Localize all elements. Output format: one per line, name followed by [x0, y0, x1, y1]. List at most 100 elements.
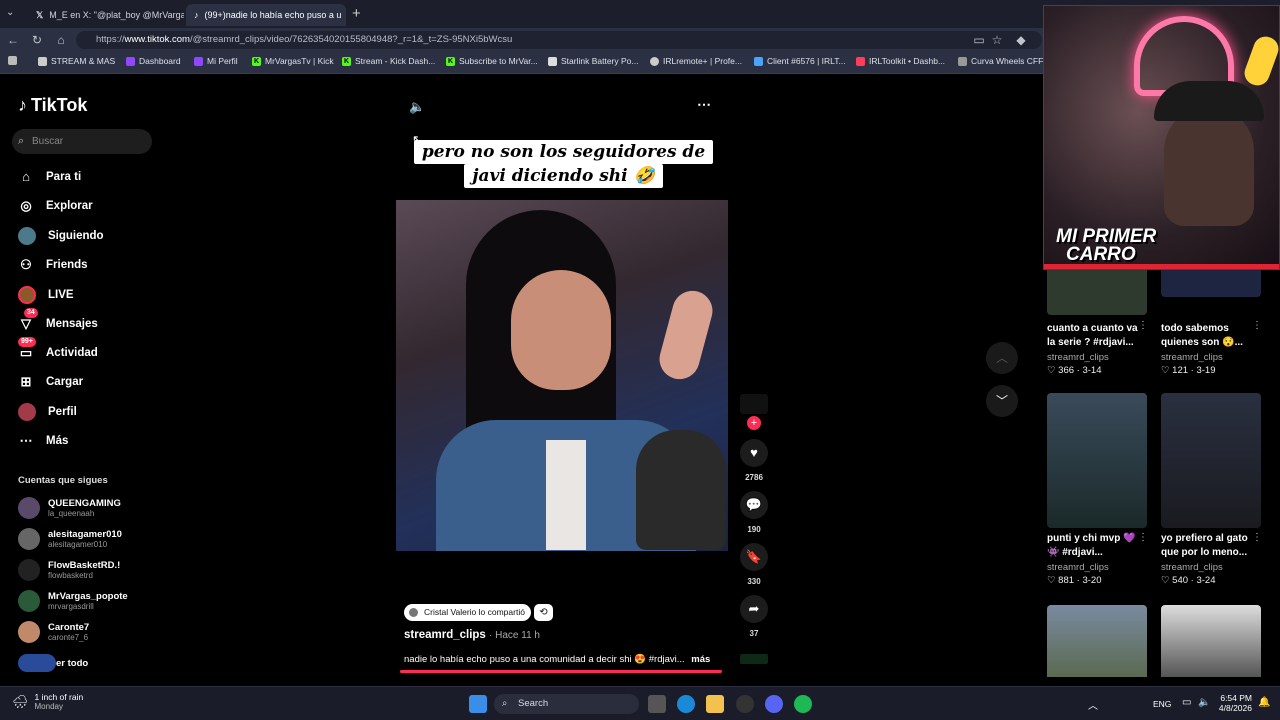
nav-label: Perfil	[48, 406, 77, 418]
tab-list-chevron-icon[interactable]: ⌄	[6, 7, 14, 18]
related-video-author: streamrd_clips	[1161, 352, 1223, 363]
streamer-figure	[1164, 106, 1254, 226]
new-tab-button[interactable]: +	[352, 5, 361, 22]
related-video-card[interactable]: punti y chi mvp 💜 👾 #rdjavi... streamrd_…	[1047, 393, 1157, 586]
repost-icon[interactable]: ⟲	[534, 604, 553, 621]
followed-account[interactable]: QUEENGAMING la_queenaah	[18, 497, 121, 519]
next-video-button[interactable]: ﹀	[986, 385, 1018, 417]
author-avatar-button[interactable]: +	[740, 394, 768, 430]
see-all-link[interactable]: er todo	[18, 654, 88, 672]
wifi-icon[interactable]: ▭	[1182, 697, 1191, 708]
windows-start-icon[interactable]	[469, 695, 487, 713]
related-video-title: cuanto a cuanto va la serie ? #rdjavi...	[1047, 323, 1138, 348]
clock[interactable]: 6:54 PM 4/8/2026	[1218, 693, 1252, 713]
more-options-icon[interactable]: ⋮	[1252, 320, 1262, 331]
more-link[interactable]: más	[691, 654, 710, 665]
shared-by-pill[interactable]: Cristal Valerio lo compartió	[404, 604, 531, 621]
home-icon[interactable]: ⌂	[54, 33, 68, 47]
split-screen-icon[interactable]: ▭	[972, 33, 986, 47]
bookmark-label: Starlink Battery Po...	[561, 56, 639, 66]
video-author[interactable]: streamrd_clips	[404, 629, 486, 641]
task-view-icon[interactable]	[648, 695, 666, 713]
more-options-icon[interactable]: ⋮	[1138, 320, 1148, 331]
taskbar-search[interactable]: ⌕ Search	[494, 694, 639, 714]
bookmark-item[interactable]: Curva Wheels CFF7	[958, 56, 1048, 66]
url-domain: www.tiktok.com	[124, 34, 190, 45]
previous-video-button[interactable]: ︿	[986, 342, 1018, 374]
bookmark-item[interactable]: Client #6576 | IRLT...	[754, 56, 846, 66]
extension-icon[interactable]: ◆	[1014, 33, 1028, 47]
sidebar-item-mensajes[interactable]: ▽ 34 Mensajes	[18, 308, 98, 332]
like-button[interactable]: ♥ 2786	[740, 439, 768, 482]
bookmark-label: MrVargasTv | Kick	[265, 56, 334, 66]
favorite-star-icon[interactable]: ☆	[990, 33, 1004, 47]
bookmark-item[interactable]: IRLremote+ | Profe...	[650, 56, 742, 66]
video-player[interactable]	[396, 200, 728, 551]
weather-widget[interactable]: 🌧 1 inch of rain Monday	[12, 692, 83, 711]
refresh-icon[interactable]: ↻	[30, 33, 44, 47]
video-caption-overlay: pero no son los seguidores de javi dicie…	[0, 140, 1030, 188]
followed-account[interactable]: alesitagamer010 alesitagamer010	[18, 528, 122, 550]
bookmark-item[interactable]: K MrVargasTv | Kick	[252, 56, 334, 66]
more-options-icon[interactable]: ⋯	[697, 96, 711, 113]
bookmark-item[interactable]: K Subscribe to MrVar...	[446, 56, 538, 66]
related-video-card[interactable]: yo prefiero al gato que por lo meno... s…	[1161, 393, 1271, 586]
sidebar-item-explorar[interactable]: ◎ Explorar	[18, 198, 92, 214]
back-icon[interactable]: ←	[6, 33, 20, 47]
volume-icon[interactable]: 🔈	[1198, 697, 1210, 708]
bookmark-item[interactable]: STREAM & MAS	[38, 56, 115, 66]
sidebar-item-mas[interactable]: ⋯ Más	[18, 433, 69, 449]
avatar	[18, 621, 40, 643]
sidebar-item-live[interactable]: LIVE	[18, 286, 74, 304]
related-video-thumbnail[interactable]	[1047, 605, 1147, 677]
video-description: nadie lo había echo puso a una comunidad…	[404, 654, 710, 665]
notification-bell-icon[interactable]: 🔔	[1258, 697, 1270, 708]
sidebar-item-siguiendo[interactable]: Siguiendo	[18, 227, 104, 245]
related-date: 3-19	[1196, 365, 1216, 376]
tiktok-logo[interactable]: ♪ TikTok	[18, 95, 87, 116]
related-video-author: streamrd_clips	[1047, 562, 1109, 573]
more-options-icon[interactable]: ⋮	[1252, 532, 1262, 543]
followed-account[interactable]: Caronte7 caronte7_6	[18, 621, 89, 643]
spotify-icon[interactable]	[794, 695, 812, 713]
url-field[interactable]: https://www.tiktok.com/@streamrd_clips/v…	[76, 31, 1042, 49]
related-video-meta: ♡ 881 · 3-20	[1047, 575, 1102, 586]
bookmark-item[interactable]: Mi Perfil	[194, 56, 238, 66]
shared-by-text: Cristal Valerio lo compartió	[424, 607, 525, 617]
bookmark-item[interactable]: Starlink Battery Po...	[548, 56, 638, 66]
bookmark-item[interactable]: IRLToolkit • Dashb...	[856, 56, 945, 66]
bookmarks-menu-icon[interactable]	[8, 56, 17, 65]
video-progress-bar[interactable]	[400, 670, 722, 673]
file-explorer-icon[interactable]	[706, 695, 724, 713]
streamer-cap	[1154, 81, 1264, 121]
tray-overflow-icon[interactable]: ︿	[1088, 697, 1098, 712]
related-thumb-partial[interactable]	[1047, 267, 1147, 315]
sidebar-item-friends[interactable]: ⚇ Friends	[18, 257, 87, 273]
next-author-avatar[interactable]	[740, 654, 768, 664]
volume-icon[interactable]: 🔈	[409, 99, 425, 115]
followed-account[interactable]: MrVargas_popote mrvargasdrill	[18, 590, 128, 612]
edge-browser-icon[interactable]	[677, 695, 695, 713]
sidebar-item-perfil[interactable]: Perfil	[18, 403, 77, 421]
bookmark-item[interactable]: Dashboard	[126, 56, 181, 66]
related-thumb-partial[interactable]	[1161, 267, 1261, 297]
save-button[interactable]: 🔖 330	[740, 543, 768, 586]
related-video-thumbnail[interactable]	[1161, 605, 1261, 677]
tab-x[interactable]: 𝕏 M_E en X: "@plat_boy @MrVargas ×	[28, 4, 184, 26]
more-options-icon[interactable]: ⋮	[1138, 532, 1148, 543]
language-indicator[interactable]: ENG	[1153, 699, 1171, 709]
video-subject-shirt	[546, 440, 586, 550]
share-button[interactable]: ➦ 37	[740, 595, 768, 638]
comment-button[interactable]: 💬 190	[740, 491, 768, 534]
discord-icon[interactable]	[765, 695, 783, 713]
obs-icon[interactable]	[736, 695, 754, 713]
author-avatar	[740, 394, 768, 414]
follow-plus-icon[interactable]: +	[747, 416, 761, 430]
sidebar-item-actividad[interactable]: ▭ 99+ Actividad	[18, 337, 98, 361]
followed-account[interactable]: FlowBasketRD.! flowbasketrd	[18, 559, 120, 581]
sidebar-item-cargar[interactable]: ⊞ Cargar	[18, 374, 84, 390]
related-video-author: streamrd_clips	[1047, 352, 1109, 363]
related-video-title: todo sabemos quienes son 😯...	[1161, 323, 1243, 348]
tab-tiktok[interactable]: ♪ (99+)nadie lo había echo puso a u ×	[186, 4, 346, 26]
bookmark-item[interactable]: K Stream - Kick Dash...	[342, 56, 435, 66]
